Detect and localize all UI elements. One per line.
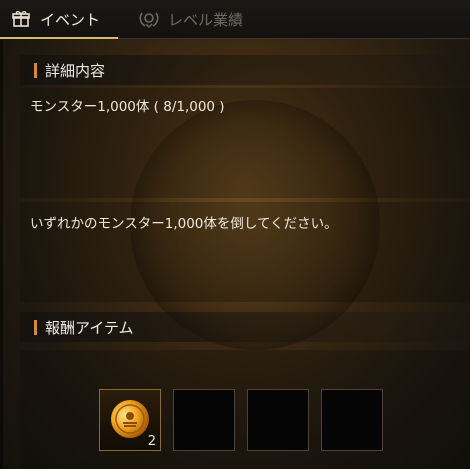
- rewards-section-header: 報酬アイテム: [20, 312, 470, 342]
- reward-quantity: 2: [147, 434, 156, 449]
- details-title: 詳細内容: [45, 61, 106, 80]
- objective-text: モンスター1,000体 ( 8/1,000 ): [30, 99, 225, 115]
- tab-event[interactable]: イベント: [0, 0, 118, 39]
- reward-slot-3[interactable]: [247, 389, 309, 451]
- left-edge-shadow: [0, 40, 3, 469]
- description-text: いずれかのモンスター1,000体を倒してください。: [30, 216, 338, 232]
- rewards-title: 報酬アイテム: [45, 318, 134, 337]
- reward-slot-2[interactable]: [173, 389, 235, 451]
- tab-level-achievements[interactable]: レベル業績: [138, 0, 308, 38]
- rewards-panel: [20, 350, 470, 469]
- reward-slot-4[interactable]: [321, 389, 383, 451]
- reward-slot-1[interactable]: 2: [99, 389, 161, 451]
- section-accent-bar: [34, 62, 37, 78]
- laurel-emblem-icon: [138, 8, 160, 30]
- tab-bar: イベント レベル業績: [0, 0, 470, 39]
- gift-icon: [10, 8, 32, 30]
- details-section-header: 詳細内容: [20, 55, 470, 85]
- section-accent-bar: [34, 319, 37, 335]
- gold-coin-icon: [111, 400, 149, 438]
- tab-event-label: イベント: [40, 10, 101, 29]
- tab-level-label: レベル業績: [168, 10, 244, 29]
